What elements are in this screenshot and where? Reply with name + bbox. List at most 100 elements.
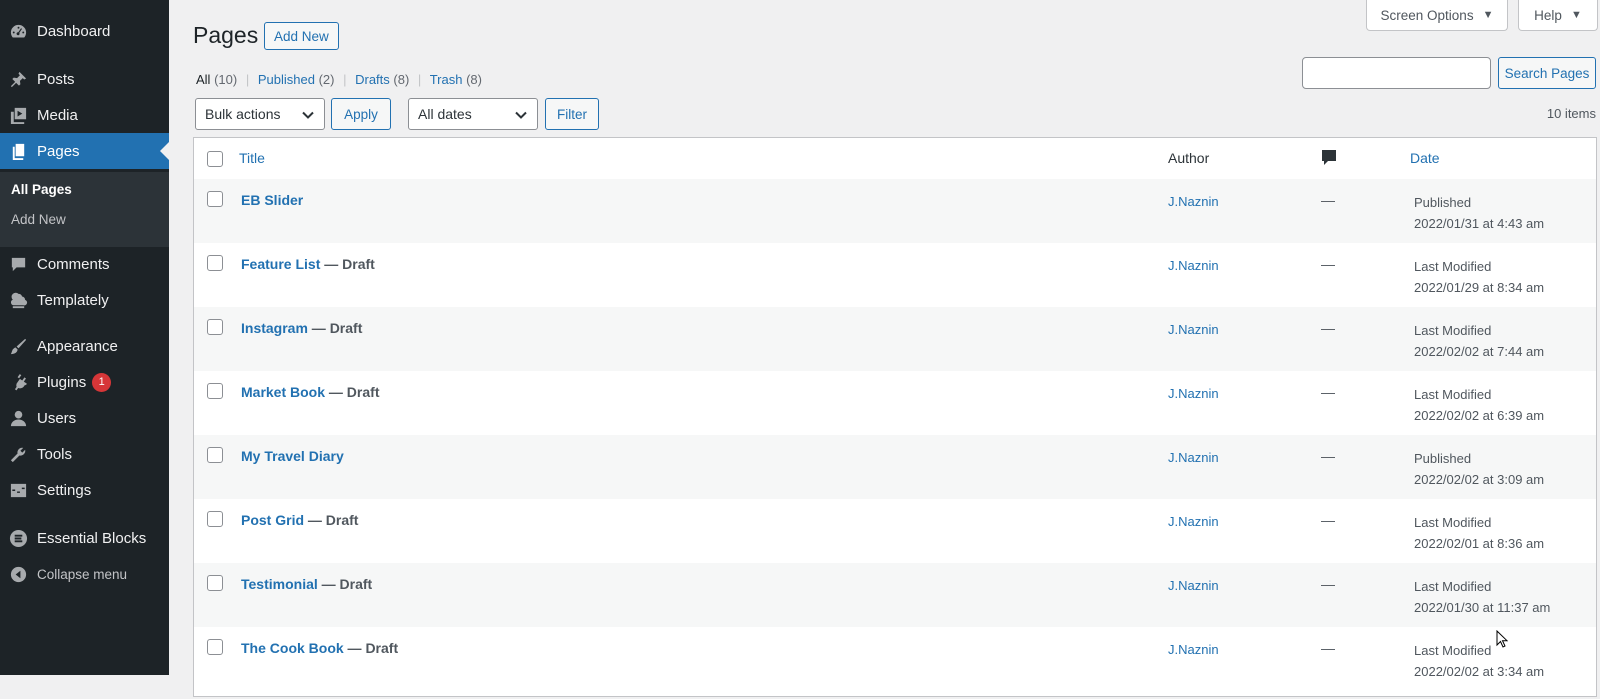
separator: | bbox=[245, 72, 250, 87]
media-icon bbox=[8, 105, 28, 125]
screen-options-label: Screen Options bbox=[1380, 7, 1474, 23]
status-filter-links: All (10) | Published (2) | Drafts (8) | … bbox=[196, 72, 482, 87]
table-row: Instagram — Draft J.Naznin — Last Modifi… bbox=[194, 307, 1596, 371]
author-link[interactable]: J.Naznin bbox=[1168, 450, 1219, 465]
title-cell: My Travel Diary bbox=[241, 448, 344, 464]
menu-essential-blocks[interactable]: Essential Blocks bbox=[0, 520, 169, 556]
page-state: — Draft bbox=[320, 256, 375, 272]
author-link[interactable]: J.Naznin bbox=[1168, 386, 1219, 401]
status-trash[interactable]: Trash bbox=[430, 72, 463, 87]
status-all-count: (10) bbox=[214, 72, 238, 87]
title-cell: Market Book — Draft bbox=[241, 384, 379, 400]
date-filter-select[interactable]: All dates bbox=[408, 98, 538, 130]
page-title-link[interactable]: Market Book bbox=[241, 384, 325, 400]
comment-count: — bbox=[1321, 256, 1335, 272]
row-checkbox[interactable] bbox=[207, 319, 223, 335]
menu-pages-label: Pages bbox=[37, 142, 80, 160]
search-pages-button[interactable]: Search Pages bbox=[1498, 57, 1596, 89]
row-checkbox[interactable] bbox=[207, 575, 223, 591]
submenu-add-new[interactable]: Add New bbox=[11, 212, 66, 227]
table-row: EB Slider J.Naznin — Published 2022/01/31… bbox=[194, 179, 1596, 243]
pin-icon bbox=[8, 69, 28, 89]
search-input[interactable] bbox=[1302, 57, 1491, 89]
menu-templately-label: Templately bbox=[37, 291, 109, 309]
menu-comments-label: Comments bbox=[37, 255, 110, 273]
menu-comments[interactable]: Comments bbox=[0, 246, 169, 282]
add-new-button[interactable]: Add New bbox=[264, 22, 339, 50]
title-cell: Instagram — Draft bbox=[241, 320, 362, 336]
page-title-link[interactable]: Testimonial bbox=[241, 576, 318, 592]
menu-pages[interactable]: Pages bbox=[0, 133, 169, 169]
pages-table: Title Author Date EB Slider J.Naznin — P… bbox=[193, 137, 1597, 697]
author-link[interactable]: J.Naznin bbox=[1168, 258, 1219, 273]
table-header: Title Author Date bbox=[194, 138, 1596, 180]
status-drafts[interactable]: Drafts bbox=[355, 72, 390, 87]
page-title-link[interactable]: Instagram bbox=[241, 320, 308, 336]
row-checkbox[interactable] bbox=[207, 639, 223, 655]
filter-button[interactable]: Filter bbox=[545, 98, 599, 130]
date-value: 2022/02/02 at 6:39 am bbox=[1414, 408, 1545, 423]
menu-appearance[interactable]: Appearance bbox=[0, 328, 169, 364]
submenu-all-pages[interactable]: All Pages bbox=[11, 182, 72, 197]
collapse-icon bbox=[8, 564, 28, 584]
menu-posts[interactable]: Posts bbox=[0, 61, 169, 97]
select-all-checkbox[interactable] bbox=[207, 151, 223, 167]
row-checkbox[interactable] bbox=[207, 447, 223, 463]
status-all[interactable]: All bbox=[196, 72, 210, 87]
author-link[interactable]: J.Naznin bbox=[1168, 322, 1219, 337]
comment-count: — bbox=[1321, 384, 1335, 400]
menu-dashboard[interactable]: Dashboard bbox=[0, 13, 169, 49]
row-checkbox[interactable] bbox=[207, 255, 223, 271]
help-label: Help bbox=[1534, 7, 1562, 23]
bulk-actions-select[interactable]: Bulk actions bbox=[195, 98, 325, 130]
bulk-actions-value: Bulk actions bbox=[205, 106, 281, 122]
row-checkbox[interactable] bbox=[207, 383, 223, 399]
date-value: 2022/02/02 at 7:44 am bbox=[1414, 344, 1545, 359]
page-title-link[interactable]: Feature List bbox=[241, 256, 320, 272]
table-row: My Travel Diary J.Naznin — Published 2022… bbox=[194, 435, 1596, 499]
comment-count: — bbox=[1321, 320, 1335, 336]
author-link[interactable]: J.Naznin bbox=[1168, 642, 1219, 657]
comment-icon bbox=[8, 254, 28, 274]
row-checkbox[interactable] bbox=[207, 511, 223, 527]
dashboard-icon bbox=[8, 21, 28, 41]
collapse-menu-button[interactable]: Collapse menu bbox=[0, 556, 169, 592]
menu-tools[interactable]: Tools bbox=[0, 436, 169, 472]
author-link[interactable]: J.Naznin bbox=[1168, 514, 1219, 529]
title-cell: EB Slider bbox=[241, 192, 303, 208]
page-title-link[interactable]: Post Grid bbox=[241, 512, 304, 528]
comment-count: — bbox=[1321, 640, 1335, 656]
menu-users[interactable]: Users bbox=[0, 400, 169, 436]
settings-icon bbox=[8, 480, 28, 500]
page-title-link[interactable]: EB Slider bbox=[241, 192, 303, 208]
status-published[interactable]: Published bbox=[258, 72, 315, 87]
menu-plugins[interactable]: Plugins 1 bbox=[0, 364, 169, 400]
comment-count: — bbox=[1321, 512, 1335, 528]
page-title-link[interactable]: The Cook Book bbox=[241, 640, 344, 656]
title-cell: The Cook Book — Draft bbox=[241, 640, 398, 656]
plugin-icon bbox=[8, 372, 28, 392]
separator: | bbox=[343, 72, 347, 87]
date-status: Published bbox=[1414, 195, 1472, 210]
menu-templately[interactable]: Templately bbox=[0, 282, 169, 318]
help-button[interactable]: Help ▼ bbox=[1518, 0, 1598, 31]
menu-media[interactable]: Media bbox=[0, 97, 169, 133]
date-status: Last Modified bbox=[1414, 579, 1492, 594]
essential-blocks-icon bbox=[8, 528, 28, 548]
comments-column-icon[interactable] bbox=[1321, 149, 1337, 170]
author-link[interactable]: J.Naznin bbox=[1168, 194, 1219, 209]
menu-settings[interactable]: Settings bbox=[0, 472, 169, 508]
menu-media-label: Media bbox=[37, 106, 78, 124]
column-title[interactable]: Title bbox=[239, 150, 265, 166]
author-link[interactable]: J.Naznin bbox=[1168, 578, 1219, 593]
apply-button[interactable]: Apply bbox=[331, 98, 391, 130]
row-checkbox[interactable] bbox=[207, 191, 223, 207]
date-cell: Published 2022/01/31 at 4:43 am bbox=[1414, 192, 1544, 234]
column-date[interactable]: Date bbox=[1410, 150, 1440, 166]
page-title-link[interactable]: My Travel Diary bbox=[241, 448, 344, 464]
comment-count: — bbox=[1321, 576, 1335, 592]
date-value: 2022/01/31 at 4:43 am bbox=[1414, 216, 1545, 231]
title-cell: Testimonial — Draft bbox=[241, 576, 372, 592]
screen-options-button[interactable]: Screen Options ▼ bbox=[1366, 0, 1508, 31]
menu-essential-blocks-label: Essential Blocks bbox=[37, 529, 147, 547]
